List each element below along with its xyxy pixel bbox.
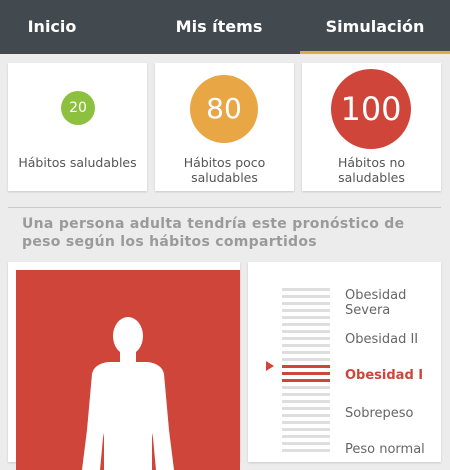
scale-bar — [282, 337, 330, 340]
active-tab-indicator — [300, 51, 450, 54]
unhealthy-count-badge: 100 — [331, 69, 411, 149]
scale-bar — [282, 421, 330, 424]
scale-bar — [282, 386, 330, 389]
scale-bar — [282, 449, 330, 452]
scale-bar — [282, 316, 330, 319]
section-divider — [8, 207, 441, 208]
body-figure-background — [16, 270, 240, 470]
scale-bar-active — [282, 379, 330, 382]
somewhat-unhealthy-habits-card: 80 Hábitos poco saludables — [155, 63, 294, 191]
scale-bar — [282, 351, 330, 354]
person-silhouette-icon — [82, 317, 174, 470]
scale-bar — [282, 407, 330, 410]
healthy-count-badge: 20 — [61, 91, 95, 125]
scale-bar — [282, 288, 330, 291]
scale-bar — [282, 330, 330, 333]
healthy-label: Hábitos saludables — [18, 155, 137, 170]
scale-bar — [282, 302, 330, 305]
scale-bar — [282, 344, 330, 347]
tab-simulacion[interactable]: Simulación — [300, 0, 450, 54]
scale-bar — [282, 309, 330, 312]
scale-bar — [282, 414, 330, 417]
unhealthy-habits-card: 100 Hábitos no saludables — [302, 63, 441, 191]
body-figure-panel — [8, 262, 240, 470]
forecast-description: Una persona adulta tendría este pronósti… — [22, 216, 405, 250]
weight-scale-panel: Obesidad Severa Obesidad II Obesidad I S… — [248, 262, 441, 462]
scale-label-obesidad-i: Obesidad I — [345, 368, 424, 383]
scale-label-obesidad-severa: Obesidad Severa — [345, 288, 407, 318]
tab-mis-items[interactable]: Mis ítems — [150, 0, 288, 54]
healthy-habits-card: 20 Hábitos saludables — [8, 63, 147, 191]
somewhat-unhealthy-count-badge: 80 — [190, 75, 258, 143]
scale-bar — [282, 393, 330, 396]
scale-bars — [282, 288, 330, 456]
top-navigation: Inicio Mis ítems Simulación — [0, 0, 450, 54]
scale-bar — [282, 358, 330, 361]
scale-bar — [282, 442, 330, 445]
scale-bar — [282, 323, 330, 326]
scale-bar — [282, 435, 330, 438]
somewhat-unhealthy-label: Hábitos poco saludables — [183, 155, 266, 185]
current-level-marker-icon — [266, 361, 274, 371]
scale-bar-active — [282, 372, 330, 375]
scale-bar — [282, 400, 330, 403]
tab-inicio[interactable]: Inicio — [0, 0, 104, 54]
scale-label-obesidad-ii: Obesidad II — [345, 332, 419, 347]
unhealthy-label: Hábitos no saludables — [337, 155, 406, 185]
scale-bar — [282, 295, 330, 298]
scale-label-sobrepeso: Sobrepeso — [345, 406, 414, 421]
scale-bar — [282, 428, 330, 431]
scale-bar-active — [282, 365, 330, 368]
